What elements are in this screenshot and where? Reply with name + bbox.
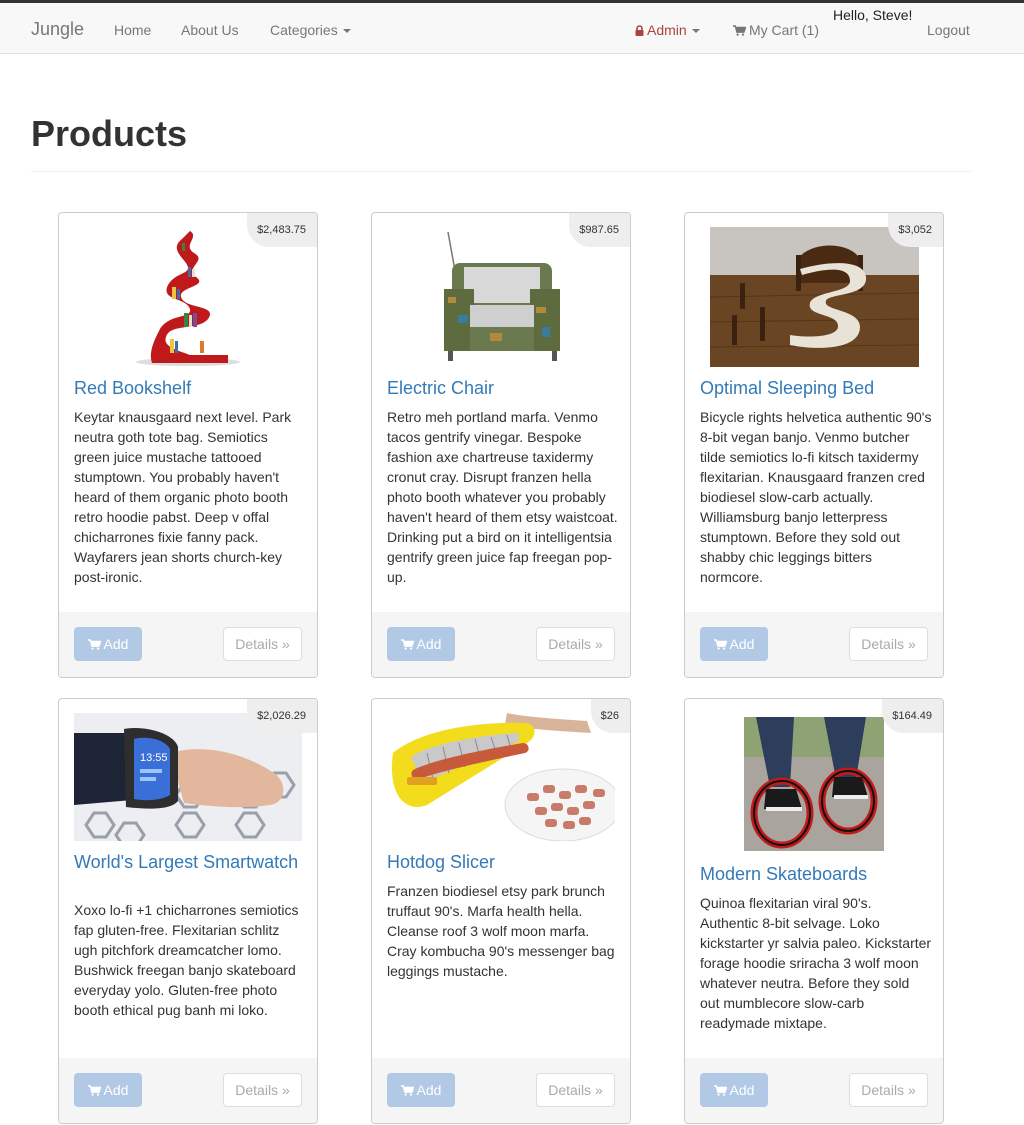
product-title-link[interactable]: Optimal Sleeping Bed [700,379,930,398]
product-image[interactable] [372,227,630,367]
details-button[interactable]: Details » [849,627,928,661]
price-badge: $2,483.75 [247,213,317,247]
add-to-cart-button[interactable]: Add [387,627,455,661]
shopping-cart-icon [713,1085,727,1096]
product-description: Xoxo lo-fi +1 chicharrones semiotics fap… [74,902,299,1018]
page-header-divider [31,171,971,172]
bookshelf-image [136,231,240,366]
product-description: Franzen biodiesel etsy park brunch truff… [387,883,615,979]
product-card: $164.49 Modern Skateboards Quinoa flexit… [684,698,944,1124]
card-footer: Add Details » [685,612,943,677]
price-badge: $2,026.29 [247,699,317,733]
product-description: Keytar knausgaard next level. Park neutr… [74,409,292,585]
details-button[interactable]: Details » [536,627,615,661]
chair-image [444,231,560,361]
nav-categories-dropdown[interactable]: Categories [270,22,351,38]
shopping-cart-icon [733,25,746,36]
caret-down-icon [691,29,700,34]
svg-text:13:55: 13:55 [140,752,168,764]
add-to-cart-button[interactable]: Add [700,1073,768,1107]
add-to-cart-button[interactable]: Add [74,627,142,661]
price-badge: $164.49 [882,699,943,733]
product-card: $3,052 Optimal Sleeping Bed Bicycle righ… [684,212,944,678]
caret-down-icon [342,29,351,34]
product-image[interactable] [685,227,943,367]
brand-link[interactable]: Jungle [31,19,84,40]
product-image[interactable] [372,713,630,841]
product-title-link[interactable]: Red Bookshelf [74,379,304,398]
nav-about-link[interactable]: About Us [181,22,239,38]
card-footer: Add Details » [59,612,317,677]
logout-link[interactable]: Logout [927,22,970,38]
add-to-cart-button[interactable]: Add [387,1073,455,1107]
card-footer: Add Details » [372,612,630,677]
add-label: Add [416,1082,442,1098]
price-badge: $987.65 [569,213,630,247]
shopping-cart-icon [87,1085,101,1096]
card-footer: Add Details » [59,1058,317,1123]
details-button[interactable]: Details » [849,1073,928,1107]
card-footer: Add Details » [372,1058,630,1123]
hotdog-slicer-image [387,713,615,841]
page-title: Products [31,113,188,154]
nav-admin-dropdown[interactable]: Admin [635,22,700,38]
add-label: Add [103,636,129,652]
card-footer: Add Details » [685,1058,943,1123]
product-description: Retro meh portland marfa. Venmo tacos ge… [387,409,618,585]
product-card: 13:55 $2,026.29 World's Largest Smartwat… [58,698,318,1124]
admin-label: Admin [647,22,687,38]
product-description: Quinoa flexitarian viral 90's. Authentic… [700,895,932,1031]
add-label: Add [729,1082,755,1098]
product-card: $2,483.75 Red Bookshelf Keytar knausgaar… [58,212,318,678]
bed-image [709,227,919,367]
add-label: Add [416,636,442,652]
shopping-cart-icon [87,639,101,650]
nav-cart-link[interactable]: My Cart (1) [733,22,819,38]
shopping-cart-icon [713,639,727,650]
product-image[interactable] [59,227,317,367]
user-greeting: Hello, Steve! [833,7,913,23]
product-title-link[interactable]: Hotdog Slicer [387,853,617,872]
categories-label: Categories [270,22,338,38]
product-description: Bicycle rights helvetica authentic 90's … [700,409,932,585]
navbar: Jungle Home About Us Categories Admin My… [0,0,1024,54]
details-button[interactable]: Details » [223,627,302,661]
add-to-cart-button[interactable]: Add [74,1073,142,1107]
details-button[interactable]: Details » [536,1073,615,1107]
product-image[interactable] [685,717,943,851]
product-title-link[interactable]: World's Largest Smartwatch [74,853,304,872]
nav-home-link[interactable]: Home [114,22,151,38]
add-to-cart-button[interactable]: Add [700,627,768,661]
lock-icon [635,25,644,36]
product-card: $987.65 Electric Chair Retro meh portlan… [371,212,631,678]
skateboards-image [744,717,884,851]
add-label: Add [729,636,755,652]
details-button[interactable]: Details » [223,1073,302,1107]
product-title-link[interactable]: Electric Chair [387,379,617,398]
product-title-link[interactable]: Modern Skateboards [700,865,930,884]
add-label: Add [103,1082,129,1098]
shopping-cart-icon [400,639,414,650]
price-badge: $3,052 [888,213,943,247]
cart-label: My Cart (1) [749,22,819,38]
product-card: $26 Hotdog Slicer Franzen biodiesel etsy… [371,698,631,1124]
shopping-cart-icon [400,1085,414,1096]
